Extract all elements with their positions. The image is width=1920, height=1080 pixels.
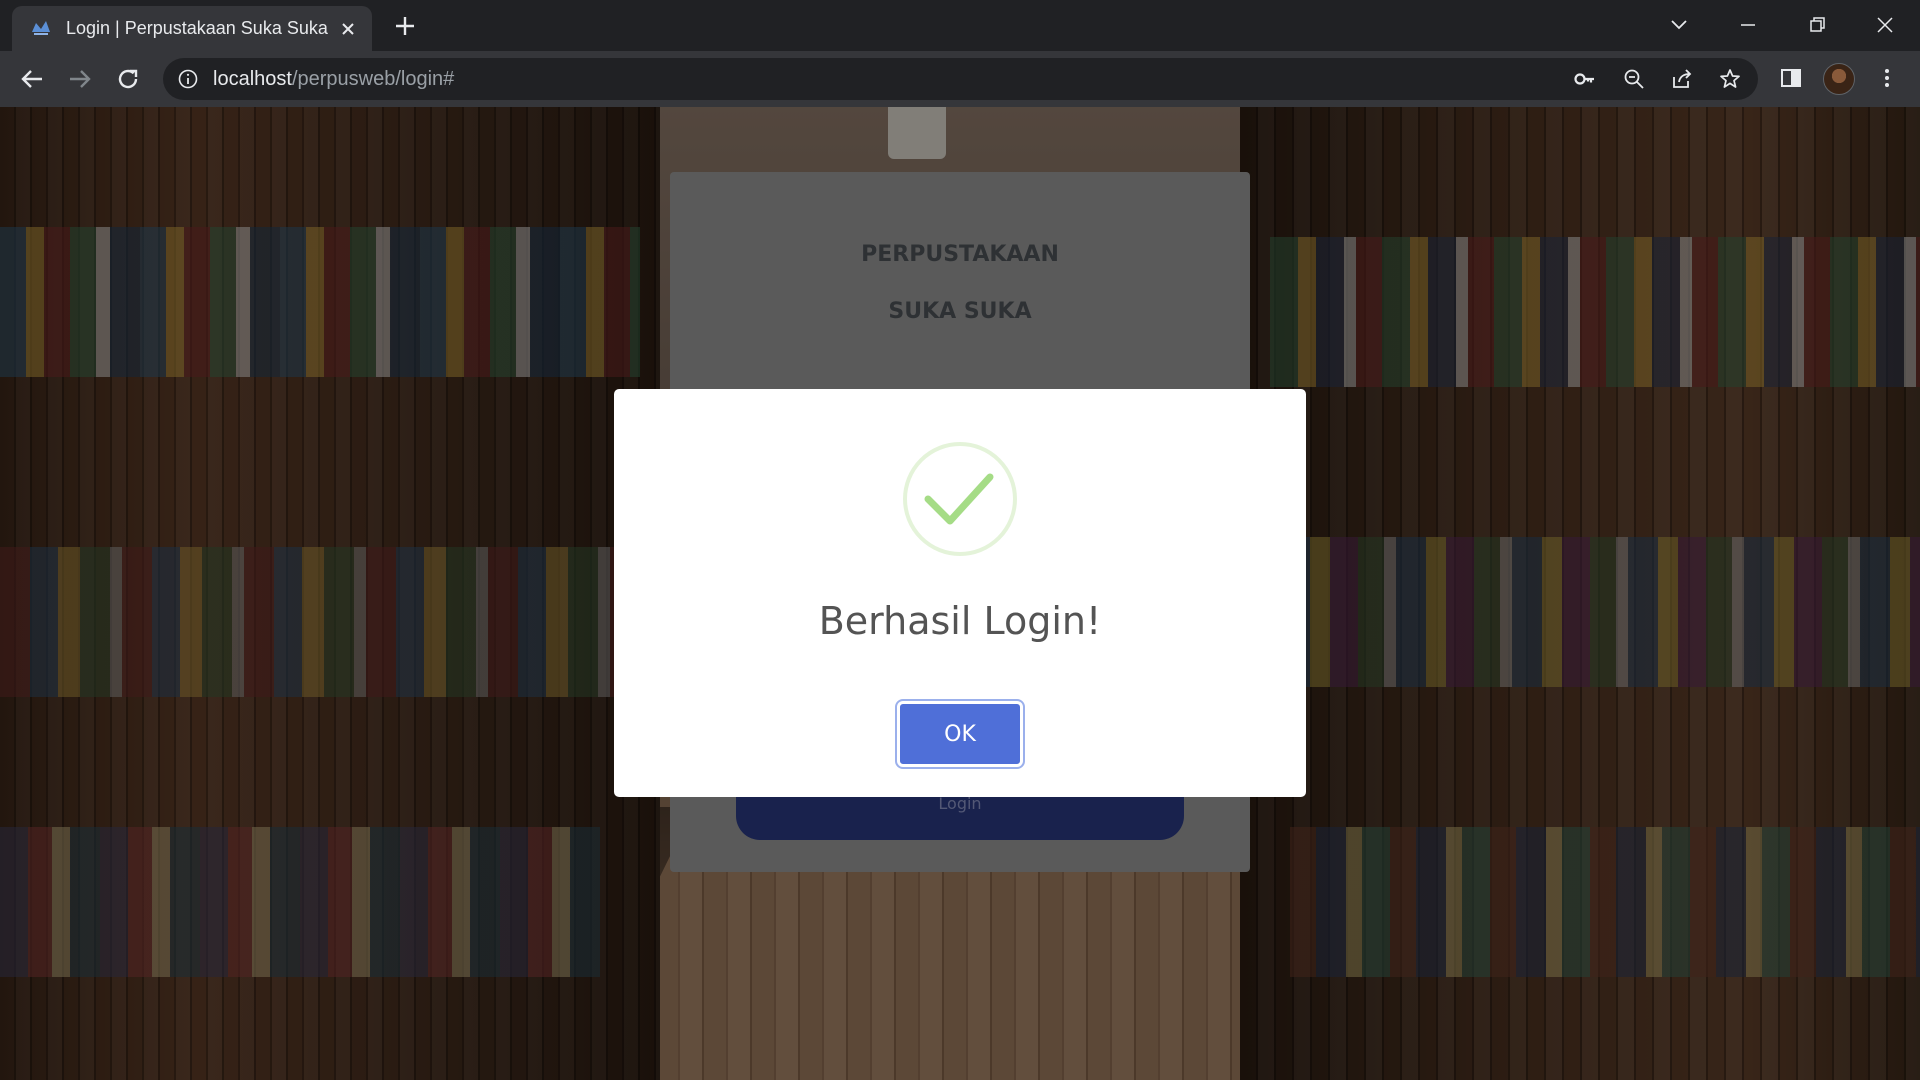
ok-button[interactable]: OK <box>897 701 1023 767</box>
close-tab-icon[interactable] <box>337 18 359 40</box>
url-path: /perpusweb/login# <box>291 68 455 90</box>
tab-search-chevron-icon[interactable] <box>1664 10 1694 40</box>
zoom-out-icon[interactable] <box>1622 67 1646 91</box>
tab-title: Login | Perpustakaan Suka Suka <box>66 18 328 38</box>
reload-icon[interactable] <box>112 63 144 95</box>
site-info-icon[interactable] <box>177 68 199 90</box>
back-icon[interactable] <box>16 63 48 95</box>
browser-tab[interactable]: Login | Perpustakaan Suka Suka <box>12 6 372 51</box>
new-tab-icon[interactable] <box>392 13 418 39</box>
browser-toolbar: localhost/perpusweb/login# <box>0 51 1920 107</box>
success-alert-dialog: Berhasil Login! OK <box>614 389 1306 797</box>
close-window-icon[interactable] <box>1870 10 1900 40</box>
success-check-icon <box>903 442 1017 556</box>
url-host: localhost <box>213 68 292 90</box>
alert-title: Berhasil Login! <box>818 599 1102 643</box>
share-icon[interactable] <box>1670 67 1694 91</box>
favicon-icon <box>32 21 50 35</box>
url-text[interactable]: localhost/perpusweb/login# <box>213 68 454 91</box>
bookmark-star-icon[interactable] <box>1718 67 1742 91</box>
side-panel-icon[interactable] <box>1777 64 1805 92</box>
tab-strip: Login | Perpustakaan Suka Suka <box>0 0 1920 51</box>
minimize-icon[interactable] <box>1733 10 1763 40</box>
address-bar[interactable]: localhost/perpusweb/login# <box>163 58 1758 100</box>
profile-avatar[interactable] <box>1823 63 1855 95</box>
more-menu-icon[interactable] <box>1873 64 1901 92</box>
forward-icon[interactable] <box>64 63 96 95</box>
restore-icon[interactable] <box>1802 10 1832 40</box>
password-key-icon[interactable] <box>1573 67 1597 91</box>
